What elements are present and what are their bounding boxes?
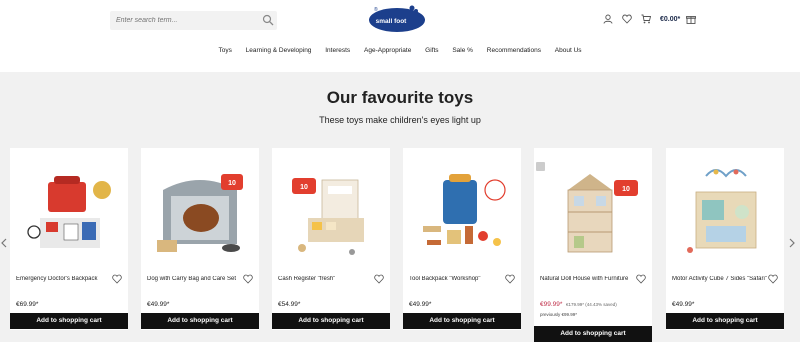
- account-icon[interactable]: [603, 14, 613, 24]
- carousel-prev-arrow[interactable]: [0, 238, 8, 248]
- site-header: small foot ® €0.00* Toys Learning & Deve…: [0, 0, 800, 72]
- product-card[interactable]: 10 Cash Register "fresh" €54.99* Add to …: [272, 148, 390, 330]
- product-image[interactable]: 10: [282, 160, 380, 270]
- cart-icon[interactable]: [641, 14, 651, 24]
- add-to-cart-button[interactable]: Add to shopping cart: [10, 313, 128, 329]
- product-previous-price: previously €99.99*: [540, 312, 578, 317]
- logo-text: small foot: [376, 18, 408, 25]
- product-card[interactable]: Tool Backpack "Workshop" €49.99* Add to …: [403, 148, 521, 330]
- svg-text:10: 10: [300, 184, 308, 191]
- section-subtitle: These toys make children's eyes light up: [319, 115, 481, 125]
- add-to-cart-button[interactable]: Add to shopping cart: [272, 313, 390, 329]
- product-image[interactable]: 10: [544, 160, 642, 270]
- product-card[interactable]: Motor Activity Cube 7 Sides "Safari" €49…: [666, 148, 784, 330]
- wishlist-heart-icon[interactable]: [505, 274, 515, 284]
- gift-icon[interactable]: [686, 14, 697, 24]
- product-name[interactable]: Tool Backpack "Workshop": [409, 276, 509, 282]
- product-price: €49.99*: [672, 301, 695, 308]
- brand-logo[interactable]: small foot ®: [363, 4, 431, 34]
- nav-interests[interactable]: Interests: [325, 47, 350, 54]
- search-icon[interactable]: [262, 14, 274, 26]
- search-input[interactable]: [116, 13, 256, 27]
- svg-text:10: 10: [228, 180, 236, 187]
- product-price: €49.99*: [409, 301, 432, 308]
- product-name[interactable]: Motor Activity Cube 7 Sides "Safari": [672, 276, 772, 282]
- search-bar[interactable]: [110, 11, 277, 30]
- nav-about-us[interactable]: About Us: [555, 47, 582, 54]
- logo-registered-mark: ®: [374, 6, 378, 13]
- wishlist-heart-icon[interactable]: [636, 274, 646, 284]
- product-name[interactable]: Natural Doll House with Furniture: [540, 276, 640, 282]
- nav-recommendations[interactable]: Recommendations: [487, 47, 541, 54]
- nav-sale[interactable]: Sale %: [452, 47, 473, 54]
- product-price: €69.99*: [16, 301, 39, 308]
- wishlist-heart-icon[interactable]: [374, 274, 384, 284]
- add-to-cart-button[interactable]: Add to shopping cart: [141, 313, 259, 329]
- nav-gifts[interactable]: Gifts: [425, 47, 438, 54]
- wishlist-heart-icon[interactable]: [768, 274, 778, 284]
- product-old-price: €179.99* (44.43% saved): [566, 302, 617, 307]
- carousel-next-arrow[interactable]: [788, 238, 796, 248]
- product-name[interactable]: Emergency Doctor's Backpack: [16, 276, 116, 282]
- nav-learning-developing[interactable]: Learning & Developing: [246, 47, 312, 54]
- nav-toys[interactable]: Toys: [218, 47, 231, 54]
- add-to-cart-button[interactable]: Add to shopping cart: [534, 326, 652, 342]
- wishlist-heart-icon[interactable]: [112, 274, 122, 284]
- wishlist-heart-icon[interactable]: [243, 274, 253, 284]
- product-price: €54.99*: [278, 301, 301, 308]
- product-name[interactable]: Cash Register "fresh": [278, 276, 378, 282]
- product-price: €49.99*: [147, 301, 170, 308]
- svg-text:10: 10: [622, 186, 630, 193]
- section-title: Our favourite toys: [326, 88, 474, 107]
- product-name[interactable]: Dog with Carry Bag and Care Set: [147, 276, 247, 282]
- main-navigation: Toys Learning & Developing Interests Age…: [0, 47, 800, 59]
- header-actions: €0.00*: [603, 13, 705, 25]
- cart-total[interactable]: €0.00*: [660, 16, 680, 23]
- product-sale-price: €99.99*: [540, 301, 563, 308]
- add-to-cart-button[interactable]: Add to shopping cart: [666, 313, 784, 329]
- nav-age-appropriate[interactable]: Age-Appropriate: [364, 47, 411, 54]
- product-image[interactable]: 10: [151, 160, 249, 270]
- wishlist-icon[interactable]: [622, 14, 632, 24]
- product-image[interactable]: [413, 160, 511, 270]
- product-image[interactable]: [20, 160, 118, 270]
- product-card[interactable]: 10 Natural Doll House with Furniture €99…: [534, 148, 652, 342]
- product-card[interactable]: Emergency Doctor's Backpack €69.99* Add …: [10, 148, 128, 330]
- add-to-cart-button[interactable]: Add to shopping cart: [403, 313, 521, 329]
- product-card[interactable]: 10 Dog with Carry Bag and Care Set €49.9…: [141, 148, 259, 330]
- product-image[interactable]: [676, 160, 774, 270]
